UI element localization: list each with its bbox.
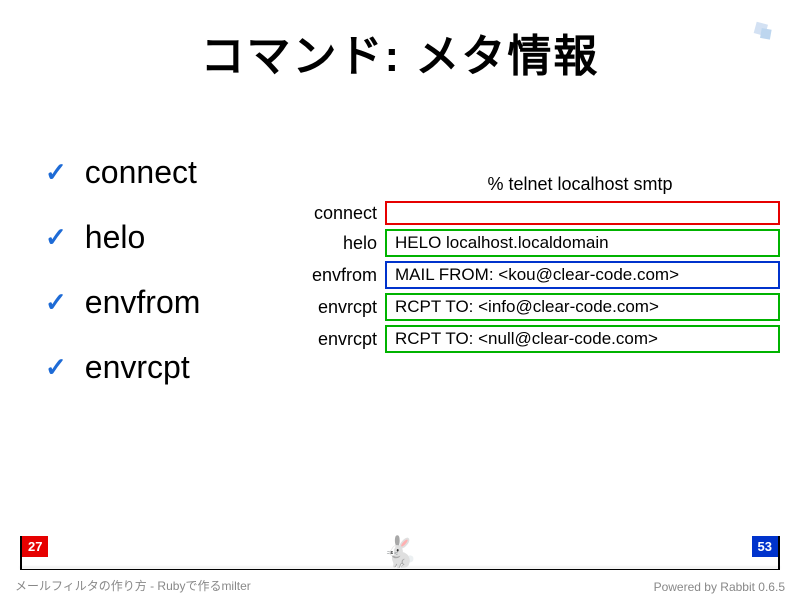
diagram-row-envrcpt: envrcpt RCPT TO: <info@clear-code.com> <box>300 293 780 321</box>
diagram-label: envfrom <box>300 265 385 286</box>
total-pages-number: 53 <box>752 536 778 557</box>
diagram-label: envrcpt <box>300 297 385 318</box>
diagram-row-connect: connect <box>300 201 780 225</box>
bullet-text: helo <box>85 219 146 256</box>
diagram-box: RCPT TO: <info@clear-code.com> <box>385 293 780 321</box>
check-icon: ✓ <box>45 157 67 188</box>
diagram-label: envrcpt <box>300 329 385 350</box>
diagram-box: MAIL FROM: <kou@clear-code.com> <box>385 261 780 289</box>
footer-right-text: Powered by Rabbit 0.6.5 <box>654 580 785 594</box>
diagram-header: % telnet localhost smtp <box>300 174 780 195</box>
check-icon: ✓ <box>45 287 67 318</box>
bullet-item: ✓ envrcpt <box>45 349 300 386</box>
corner-decoration-icon <box>750 18 775 43</box>
slide-content: ✓ connect ✓ helo ✓ envfrom ✓ envrcpt % t… <box>0 154 800 414</box>
check-icon: ✓ <box>45 352 67 383</box>
diagram-label: helo <box>300 233 385 254</box>
footer: 27 🐇 53 メールフィルタの作り方 - Rubyで作るmilter Powe… <box>0 525 800 600</box>
diagram-row-helo: helo HELO localhost.localdomain <box>300 229 780 257</box>
diagram-label: connect <box>300 203 385 224</box>
diagram-row-envfrom: envfrom MAIL FROM: <kou@clear-code.com> <box>300 261 780 289</box>
diagram-box <box>385 201 780 225</box>
footer-left-text: メールフィルタの作り方 - Rubyで作るmilter <box>15 577 251 594</box>
slide-title: コマンド: メタ情報 <box>0 0 800 84</box>
bullet-item: ✓ helo <box>45 219 300 256</box>
rabbit-icon: 🐇 <box>381 535 418 570</box>
bullet-list: ✓ connect ✓ helo ✓ envfrom ✓ envrcpt <box>20 154 300 414</box>
check-icon: ✓ <box>45 222 67 253</box>
smtp-diagram: % telnet localhost smtp connect helo HEL… <box>300 154 780 414</box>
bullet-text: envfrom <box>85 284 201 321</box>
bullet-item: ✓ connect <box>45 154 300 191</box>
diagram-box: RCPT TO: <null@clear-code.com> <box>385 325 780 353</box>
bullet-text: connect <box>85 154 197 191</box>
diagram-row-envrcpt: envrcpt RCPT TO: <null@clear-code.com> <box>300 325 780 353</box>
diagram-box: HELO localhost.localdomain <box>385 229 780 257</box>
bullet-item: ✓ envfrom <box>45 284 300 321</box>
current-page-number: 27 <box>22 536 48 557</box>
bullet-text: envrcpt <box>85 349 190 386</box>
